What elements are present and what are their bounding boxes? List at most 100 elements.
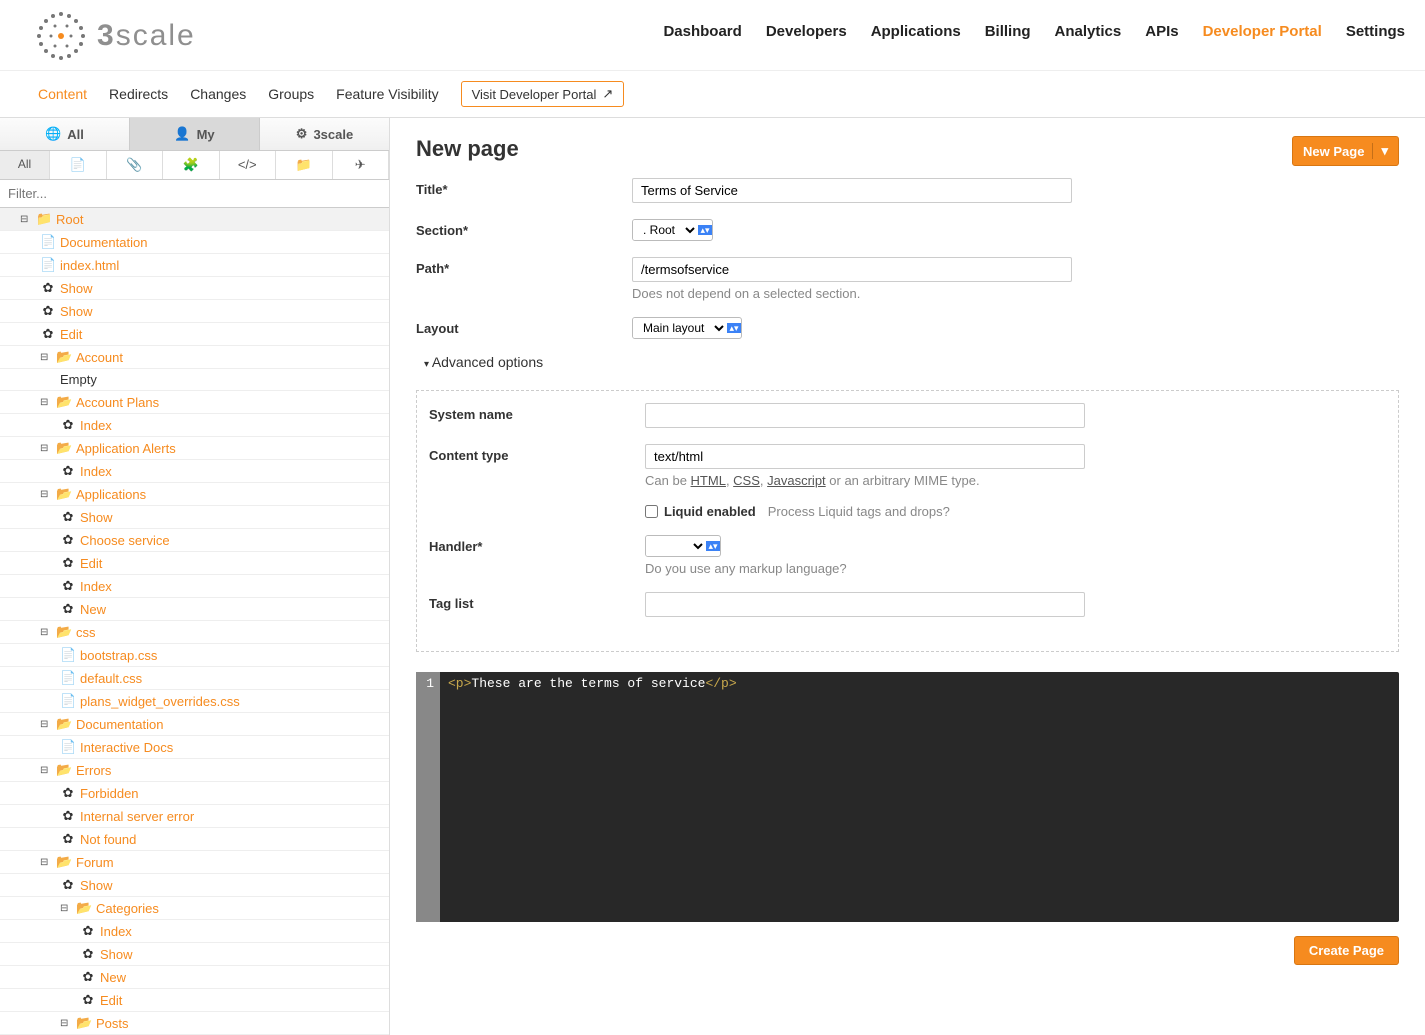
select-arrows-icon: ▴▾ (727, 323, 741, 333)
subnav-groups[interactable]: Groups (268, 86, 314, 102)
nav-analytics[interactable]: Analytics (1055, 23, 1122, 46)
tree-row[interactable]: Empty (0, 369, 389, 391)
page-title: New page (416, 136, 519, 162)
tree-row-forum[interactable]: ⊟📂Forum (0, 851, 389, 874)
gear-icon: ✿ (60, 831, 76, 847)
tree-row[interactable]: 📄bootstrap.css (0, 644, 389, 667)
handler-select[interactable]: ▴▾ (645, 535, 721, 557)
tree-row[interactable]: ✿Edit (0, 323, 389, 346)
title-input[interactable] (632, 178, 1072, 203)
path-input[interactable] (632, 257, 1072, 282)
subnav-redirects[interactable]: Redirects (109, 86, 168, 102)
liquid-enabled-label: Liquid enabled (664, 504, 756, 519)
tree-row[interactable]: 📄index.html (0, 254, 389, 277)
sidebar-tab-all[interactable]: 🌐All (0, 118, 130, 150)
nav-developer-portal[interactable]: Developer Portal (1203, 23, 1322, 46)
tree-row-posts[interactable]: ⊟📂Posts (0, 1012, 389, 1035)
gear-icon: ✿ (40, 280, 56, 296)
filter-tab-code-icon[interactable]: </> (220, 151, 277, 179)
sidebar-tab-my[interactable]: 👤My (130, 118, 260, 150)
nav-dashboard[interactable]: Dashboard (663, 23, 741, 46)
tree-row[interactable]: 📄plans_widget_overrides.css (0, 690, 389, 713)
tree-row-account[interactable]: ⊟📂Account (0, 346, 389, 369)
section-label: Section* (416, 219, 632, 238)
folder-open-icon: 📂 (76, 900, 92, 916)
tree-row[interactable]: ✿New (0, 598, 389, 621)
filter-tab-folder-icon[interactable]: 📁 (276, 151, 333, 179)
tree-row[interactable]: ✿Edit (0, 989, 389, 1012)
tree-row[interactable]: 📄default.css (0, 667, 389, 690)
tree-row[interactable]: ✿Not found (0, 828, 389, 851)
subnav-content[interactable]: Content (38, 86, 87, 102)
folder-icon: 📁 (36, 211, 52, 227)
tree-row-css[interactable]: ⊟📂css (0, 621, 389, 644)
nav-applications[interactable]: Applications (871, 23, 961, 46)
subnav-feature-visibility[interactable]: Feature Visibility (336, 86, 438, 102)
tree-row-app-alerts[interactable]: ⊟📂Application Alerts (0, 437, 389, 460)
tree-row-applications[interactable]: ⊟📂Applications (0, 483, 389, 506)
gear-icon: ✿ (60, 555, 76, 571)
content-type-input[interactable] (645, 444, 1085, 469)
tree-row[interactable]: ✿Choose service (0, 529, 389, 552)
content-type-help: Can be HTML, CSS, Javascript or an arbit… (645, 473, 1085, 488)
new-page-button[interactable]: New Page ▾ (1292, 136, 1399, 166)
tree-row[interactable]: ✿Edit (0, 552, 389, 575)
editor-body[interactable]: <p>These are the terms of service</p> (440, 672, 1399, 922)
gear-icon: ✿ (80, 946, 96, 962)
tree-row[interactable]: ✿Index (0, 460, 389, 483)
tree-row[interactable]: ✿Show (0, 300, 389, 323)
system-name-input[interactable] (645, 403, 1085, 428)
tree-row-root[interactable]: ⊟📁Root (0, 208, 389, 231)
folder-open-icon: 📂 (56, 349, 72, 365)
code-editor[interactable]: 1 <p>These are the terms of service</p> (416, 672, 1399, 922)
nav-billing[interactable]: Billing (985, 23, 1031, 46)
filter-tab-file-icon[interactable]: 📄 (50, 151, 107, 179)
editor-gutter: 1 (416, 672, 440, 922)
nav-settings[interactable]: Settings (1346, 23, 1405, 46)
create-page-button[interactable]: Create Page (1294, 936, 1399, 965)
filter-input[interactable] (0, 180, 389, 208)
liquid-help: Process Liquid tags and drops? (768, 504, 950, 519)
section-select[interactable]: . Root ▴▾ (632, 219, 713, 241)
tag-list-input[interactable] (645, 592, 1085, 617)
select-arrows-icon: ▴▾ (706, 541, 720, 551)
tree-row[interactable]: 📄Interactive Docs (0, 736, 389, 759)
tree-row[interactable]: ✿Show (0, 277, 389, 300)
nav-developers[interactable]: Developers (766, 23, 847, 46)
folder-open-icon: 📂 (56, 440, 72, 456)
tree-row[interactable]: ✿Show (0, 943, 389, 966)
filter-tab-all[interactable]: All (0, 151, 50, 179)
tree-row[interactable]: 📄Documentation (0, 231, 389, 254)
tree-row[interactable]: ✿Show (0, 874, 389, 897)
gear-icon: ✿ (60, 601, 76, 617)
tree-row[interactable]: ✿Show (0, 506, 389, 529)
tree-row[interactable]: ✿Index (0, 920, 389, 943)
tree-row-errors[interactable]: ⊟📂Errors (0, 759, 389, 782)
tree-row[interactable]: ✿Forbidden (0, 782, 389, 805)
tree-row[interactable]: ✿Index (0, 414, 389, 437)
visit-developer-portal-button[interactable]: Visit Developer Portal ↗ (461, 81, 625, 107)
filter-tab-attachment-icon[interactable]: 📎 (107, 151, 164, 179)
logo: 3scale (35, 10, 196, 62)
filter-tab-send-icon[interactable]: ✈ (333, 151, 390, 179)
tree-row-categories[interactable]: ⊟📂Categories (0, 897, 389, 920)
file-icon: 📄 (40, 257, 56, 273)
caret-down-icon: ▾ (1372, 143, 1388, 159)
nav-apis[interactable]: APIs (1145, 23, 1178, 46)
advanced-options-toggle[interactable]: Advanced options (420, 354, 547, 370)
gear-icon: ✿ (60, 509, 76, 525)
layout-select[interactable]: Main layout ▴▾ (632, 317, 742, 339)
tree-row[interactable]: ✿New (0, 966, 389, 989)
tree-row-documentation[interactable]: ⊟📂Documentation (0, 713, 389, 736)
tree-row[interactable]: ✿Internal server error (0, 805, 389, 828)
folder-open-icon: 📂 (56, 624, 72, 640)
subnav-changes[interactable]: Changes (190, 86, 246, 102)
folder-open-icon: 📂 (56, 394, 72, 410)
folder-open-icon: 📂 (56, 854, 72, 870)
liquid-enabled-checkbox[interactable] (645, 505, 658, 518)
gear-icon: ✿ (60, 578, 76, 594)
tree-row[interactable]: ✿Index (0, 575, 389, 598)
tree-row-account-plans[interactable]: ⊟📂Account Plans (0, 391, 389, 414)
filter-tab-puzzle-icon[interactable]: 🧩 (163, 151, 220, 179)
sidebar-tab-3scale[interactable]: ⚙3scale (260, 118, 389, 150)
